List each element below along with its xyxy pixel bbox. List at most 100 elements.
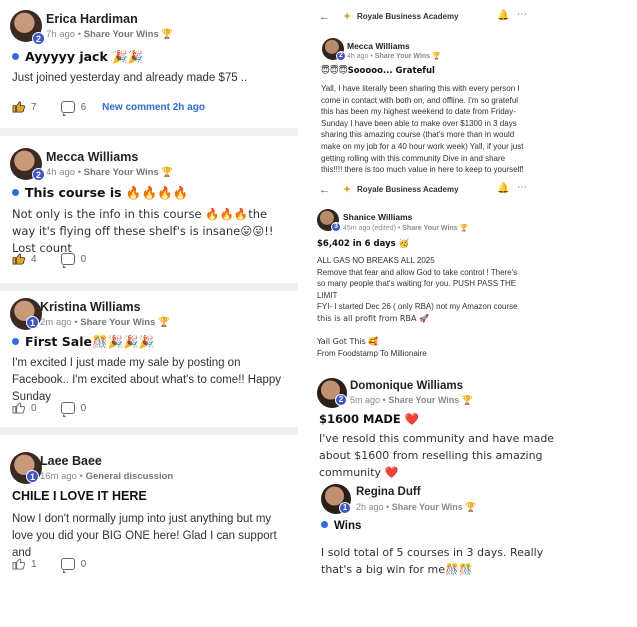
post-category[interactable]: Share Your Wins: [402, 225, 457, 232]
divider: [0, 128, 298, 136]
body-line: Remove that fear and allow God to take c…: [317, 267, 518, 277]
post-meta: 2m ago • Share Your Wins 🏆: [40, 317, 170, 328]
body-line: getting rolling with this community Dive…: [321, 153, 506, 163]
body-line: so many people that's waiting for you. P…: [317, 279, 517, 289]
comment-icon[interactable]: [60, 101, 75, 116]
post-title[interactable]: Wins: [321, 520, 361, 532]
post-actions: 0 0: [12, 402, 86, 417]
post-body: Just joined yesterday and already made $…: [12, 72, 248, 84]
academy-logo-icon: [343, 12, 351, 20]
post-category[interactable]: Share Your Wins: [80, 317, 155, 328]
bell-icon[interactable]: 🔔: [497, 183, 509, 194]
level-badge: 2: [335, 394, 347, 406]
level-badge: 2: [32, 168, 45, 181]
more-options-icon[interactable]: ⋯: [517, 9, 528, 20]
author-name[interactable]: Erica Hardiman: [46, 12, 138, 26]
divider: [0, 427, 298, 435]
post-title[interactable]: First Sale🎊🎉🎉🎉: [12, 334, 154, 350]
post-card[interactable]: 1 Laee Baee 16m ago • General discussion…: [0, 446, 298, 586]
bell-icon[interactable]: 🔔: [497, 10, 509, 21]
post-title-text: This course is 🔥🔥🔥🔥: [25, 185, 189, 200]
post-body: Now I don't normally jump into just anyt…: [12, 513, 277, 559]
level-badge: 3: [331, 222, 341, 232]
body-line: Yall Got This 🥰: [317, 337, 379, 347]
academy-logo-icon: [343, 185, 351, 193]
like-count: 0: [31, 402, 37, 414]
author-name[interactable]: Mecca Williams: [46, 150, 138, 164]
post-time: 2h ago: [356, 502, 384, 512]
new-comment-link[interactable]: New comment 2h ago: [102, 102, 205, 113]
like-count: 4: [31, 253, 37, 265]
body-line: LIMIT: [317, 290, 338, 300]
post-category[interactable]: Share Your Wins: [84, 167, 159, 178]
post-title[interactable]: $1600 MADE ❤️: [319, 412, 419, 426]
like-icon[interactable]: [12, 253, 25, 265]
author-name[interactable]: Domonique Williams: [350, 380, 463, 392]
post-category[interactable]: Share Your Wins: [375, 53, 430, 60]
like-icon[interactable]: [12, 402, 25, 414]
level-badge: 1: [26, 316, 39, 329]
app-screenshot: ← Royale Business Academy 🔔 ⋯ 3 Shanice …: [307, 178, 547, 361]
post-time: 4h ago: [46, 167, 76, 178]
post-time: 16m ago: [40, 471, 77, 482]
post-category[interactable]: General discussion: [86, 471, 174, 482]
post-body: I've resold this community and have made…: [319, 432, 555, 479]
post-card[interactable]: 2 Mecca Williams 4h ago • Share Your Win…: [0, 138, 298, 283]
back-arrow-icon[interactable]: ←: [319, 184, 330, 196]
like-count: 7: [31, 101, 37, 113]
comment-icon[interactable]: [60, 558, 75, 573]
post-category[interactable]: Share Your Wins: [388, 395, 459, 405]
app-screenshot: ← Royale Business Academy 🔔 ⋯ 2 Mecca Wi…: [307, 5, 547, 177]
author-name[interactable]: Kristina Williams: [40, 300, 141, 314]
comment-icon[interactable]: [60, 402, 75, 417]
like-icon[interactable]: [12, 101, 25, 113]
post-title[interactable]: Ayyyyy jack 🎉🎉: [12, 49, 143, 65]
level-badge: 1: [339, 502, 351, 514]
post-title[interactable]: This course is 🔥🔥🔥🔥: [12, 185, 188, 201]
trophy-icon: 🏆: [465, 503, 477, 513]
body-line: make on my job for a 40 hour work week) …: [321, 141, 524, 151]
app-title[interactable]: Royale Business Academy: [357, 12, 459, 21]
level-badge: 1: [26, 470, 39, 483]
post-meta: 4h ago • Share Your Wins 🏆: [347, 52, 441, 60]
post-card[interactable]: 1 Regina Duff 2h ago • Share Your Wins 🏆…: [307, 478, 579, 593]
body-line: FYI- I started Dec 26 ( only RBA) not my…: [317, 302, 518, 312]
comment-count: 6: [80, 101, 87, 113]
post-title-text: Wins: [334, 520, 362, 532]
trophy-icon: 🏆: [461, 396, 474, 406]
post-time: 5m ago: [350, 395, 381, 405]
author-name[interactable]: Mecca Williams: [347, 41, 410, 51]
divider: [0, 283, 298, 291]
post-time: 2m ago: [40, 317, 72, 328]
author-name[interactable]: Regina Duff: [356, 486, 421, 498]
post-title[interactable]: 😇😇😇Sooooo... Grateful: [321, 66, 435, 76]
author-name[interactable]: Laee Baee: [40, 454, 102, 468]
post-category[interactable]: Share Your Wins: [392, 502, 463, 512]
post-card[interactable]: 1 Kristina Williams 2m ago • Share Your …: [0, 292, 298, 427]
author-name[interactable]: Shanice Williams: [343, 212, 412, 222]
trophy-icon: 🏆: [432, 52, 441, 60]
post-card[interactable]: 2 Domonique Williams 5m ago • Share Your…: [307, 372, 579, 479]
comment-count: 0: [80, 558, 87, 570]
app-title[interactable]: Royale Business Academy: [357, 185, 459, 194]
post-title-text: Ayyyyy jack 🎉🎉: [25, 49, 144, 64]
trophy-icon: 🏆: [161, 167, 174, 178]
post-title[interactable]: CHILE I LOVE IT HERE: [12, 489, 147, 503]
body-line: come in contact with both on, and offlin…: [321, 95, 519, 105]
post-card[interactable]: 2 Erica Hardiman 7h ago • Share Your Win…: [0, 0, 298, 128]
trophy-icon: 🏆: [161, 29, 174, 40]
post-actions: 1 0: [12, 558, 87, 573]
body-line: Yall, I have literally been sharing this…: [321, 84, 520, 93]
screenshot-collage: 2 Erica Hardiman 7h ago • Share Your Win…: [0, 0, 637, 627]
back-arrow-icon[interactable]: ←: [319, 11, 330, 23]
post-category[interactable]: Share Your Wins: [84, 29, 159, 40]
more-options-icon[interactable]: ⋯: [517, 182, 528, 193]
post-meta: 45m ago (edited) • Share Your Wins 🏆: [343, 224, 469, 232]
comment-icon[interactable]: [60, 253, 75, 268]
level-badge: 2: [32, 32, 45, 45]
post-meta: 2h ago • Share Your Wins 🏆: [356, 502, 477, 513]
trophy-icon: 🏆: [158, 317, 170, 328]
like-icon[interactable]: [12, 558, 25, 570]
post-title[interactable]: $6,402 in 6 days 🥳: [317, 239, 409, 249]
